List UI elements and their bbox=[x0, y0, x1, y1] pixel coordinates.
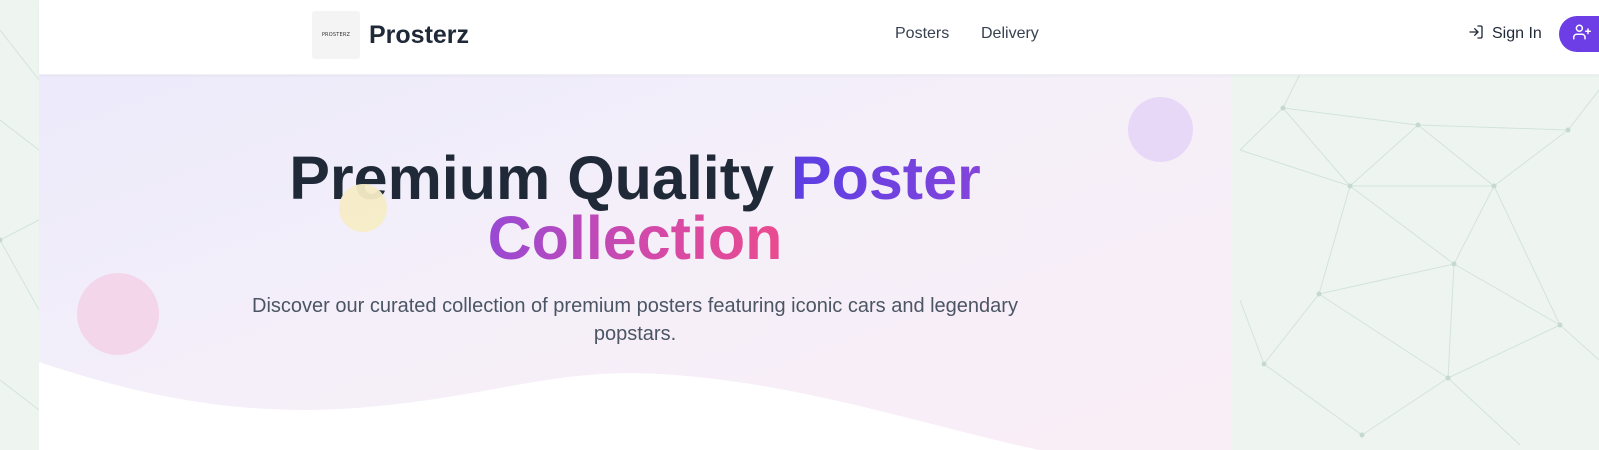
decorative-circle-yellow bbox=[339, 184, 387, 232]
site-header: PROSTERZ Prosterz Posters Delivery Sign … bbox=[39, 0, 1599, 75]
brand-logo[interactable]: PROSTERZ bbox=[312, 11, 360, 59]
sign-up-button[interactable] bbox=[1559, 16, 1599, 52]
hero-section: Premium Quality Poster Collection Discov… bbox=[39, 74, 1231, 450]
hero-subtitle: Discover our curated collection of premi… bbox=[252, 295, 1018, 345]
sign-in-label: Sign In bbox=[1492, 25, 1542, 42]
decorative-circle-pink bbox=[77, 273, 159, 355]
sign-in-button[interactable]: Sign In bbox=[1468, 24, 1542, 44]
hero-title: Premium Quality Poster Collection bbox=[39, 148, 1231, 269]
nav-link-delivery[interactable]: Delivery bbox=[981, 24, 1039, 44]
brand-logo-text: PROSTERZ bbox=[321, 31, 351, 38]
sign-in-icon bbox=[1468, 24, 1484, 45]
page-container: PROSTERZ Prosterz Posters Delivery Sign … bbox=[39, 0, 1599, 450]
user-plus-icon bbox=[1573, 23, 1591, 46]
hero-wave-divider bbox=[39, 362, 1039, 450]
nav-link-posters[interactable]: Posters bbox=[895, 24, 949, 44]
hero-title-part2: Poster bbox=[790, 144, 981, 212]
brand-name[interactable]: Prosterz bbox=[369, 20, 469, 50]
hero-title-part3: Collection bbox=[487, 204, 783, 272]
